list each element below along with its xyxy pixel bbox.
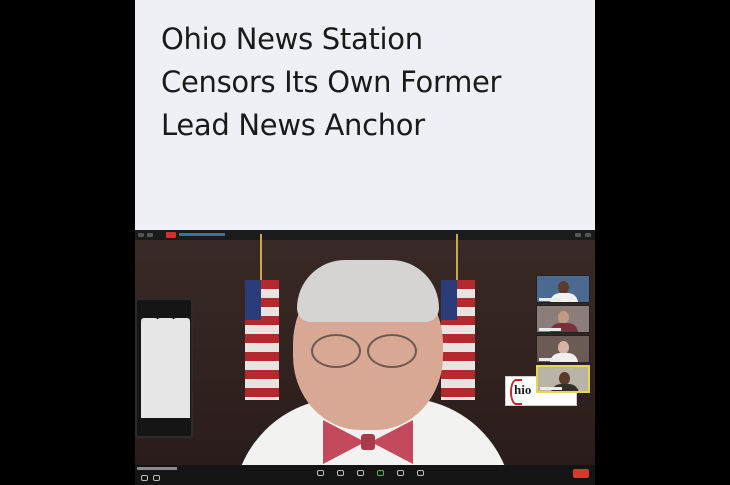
record-icon bbox=[166, 232, 176, 238]
speaker-video: hio bbox=[135, 234, 595, 485]
speaker-person bbox=[223, 260, 523, 485]
headline-line-3: Lead News Anchor bbox=[161, 108, 425, 142]
ohio-sign-text: hio bbox=[514, 382, 532, 397]
participants-icon[interactable] bbox=[337, 470, 344, 476]
record-button-icon[interactable] bbox=[397, 470, 404, 476]
fullscreen-icon[interactable] bbox=[585, 233, 591, 237]
participant-tile[interactable] bbox=[536, 335, 590, 363]
call-controls-bar bbox=[135, 465, 595, 485]
participant-tile[interactable] bbox=[536, 275, 590, 303]
window-dot-icon bbox=[147, 233, 153, 237]
participant-tile[interactable] bbox=[536, 305, 590, 333]
headline: Ohio News Station Censors Its Own Former… bbox=[161, 18, 581, 147]
participant-tile-active-speaker[interactable] bbox=[536, 365, 590, 393]
headline-panel: Ohio News Station Censors Its Own Former… bbox=[135, 0, 595, 230]
glasses-left bbox=[311, 334, 361, 368]
window-dot-icon bbox=[138, 233, 144, 237]
security-icon[interactable] bbox=[317, 470, 324, 476]
chat-icon[interactable] bbox=[357, 470, 364, 476]
view-icon[interactable] bbox=[575, 233, 581, 237]
video-icon[interactable] bbox=[153, 475, 160, 481]
headline-line-1: Ohio News Station bbox=[161, 22, 423, 56]
reactions-icon[interactable] bbox=[417, 470, 424, 476]
video-top-bar bbox=[135, 230, 595, 240]
participant-gallery[interactable] bbox=[536, 275, 590, 393]
meeting-link-bar bbox=[179, 233, 225, 236]
mute-icon[interactable] bbox=[141, 475, 148, 481]
glasses-right bbox=[367, 334, 417, 368]
post-card: Ohio News Station Censors Its Own Former… bbox=[135, 0, 595, 485]
video-call-frame[interactable]: hio bbox=[135, 230, 595, 485]
coat-closet bbox=[135, 298, 193, 438]
speaker-hair bbox=[297, 260, 439, 322]
bow-tie bbox=[323, 420, 413, 464]
share-icon[interactable] bbox=[377, 470, 384, 476]
end-call-icon[interactable] bbox=[573, 469, 589, 478]
headline-line-2: Censors Its Own Former bbox=[161, 65, 502, 99]
speaker-name-tag bbox=[137, 467, 177, 470]
